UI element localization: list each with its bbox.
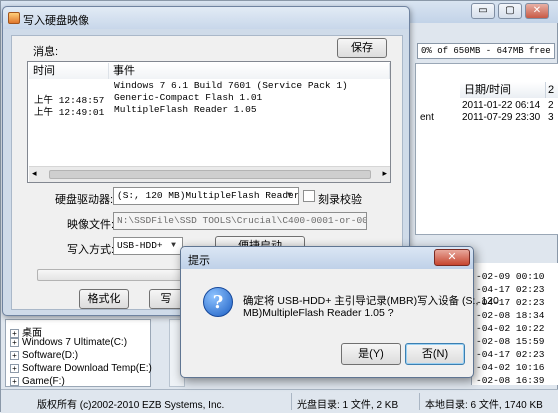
tree-item-label: Game(F:) <box>22 376 65 387</box>
list-item-date: -02-08 18:34 <box>476 310 545 321</box>
close-button[interactable]: ✕ <box>434 249 470 266</box>
list-item-extra: 3 <box>548 112 554 123</box>
chevron-down-icon: ▼ <box>287 191 292 200</box>
status-divider <box>291 393 292 410</box>
list-item-date: -04-02 10:16 <box>476 362 545 373</box>
message-log[interactable]: 时间 事件 Windows 7 6.1 Build 7601 (Service … <box>27 61 391 183</box>
save-button[interactable]: 保存 <box>337 38 387 58</box>
confirm-dialog: 提示 ✕ ? 确定将 USB-HDD+ 主引导记录(MBR)写入设备 (S:, … <box>180 246 499 378</box>
scroll-left-icon[interactable]: ◂ <box>32 168 37 179</box>
log-event: MultipleFlash Reader 1.05 <box>114 104 257 115</box>
format-button[interactable]: 格式化 <box>79 289 129 309</box>
disc-file-list[interactable]: 日期/时间 2 2011-01-22 06:14 2 ent 2011-07-2… <box>415 63 558 235</box>
scroll-right-icon[interactable]: ▸ <box>382 168 387 179</box>
status-disc-dir: 光盘目录: 1 文件, 2 KB <box>297 400 399 411</box>
maximize-button[interactable]: ▢ <box>498 3 522 19</box>
list-item-date: -02-08 15:59 <box>476 336 545 347</box>
column-header-time[interactable]: 时间 <box>29 63 109 79</box>
message-label: 消息: <box>33 46 59 58</box>
status-copyright: 版权所有 (c)2002-2010 EZB Systems, Inc. <box>37 400 225 411</box>
log-time: 上午 12:49:01 <box>34 107 105 118</box>
list-item-date: 2011-01-22 06:14 <box>462 100 541 111</box>
confirm-message-line1: 确定将 USB-HDD+ 主引导记录(MBR)写入设备 (S:, 120 <box>243 295 499 307</box>
write-method-label: 写入方式: <box>67 244 115 256</box>
drive-label: 硬盘驱动器: <box>55 194 114 206</box>
app-icon <box>8 12 20 24</box>
list-item-date: -04-02 10:22 <box>476 323 545 334</box>
confirm-title: 提示 <box>188 255 210 267</box>
drive-select[interactable]: (S:, 120 MB)MultipleFlash Reader 1.05 ▼ <box>113 187 299 205</box>
main-close-button[interactable]: ✕ <box>525 3 549 19</box>
dialog-titlebar[interactable]: 写入硬盘映像 <box>3 7 409 29</box>
tree-item-label: Windows 7 Ultimate(C:) <box>22 337 128 348</box>
tree-item-label: Software Download Temp(E:) <box>22 363 152 374</box>
verify-checkbox[interactable] <box>303 190 315 202</box>
disc-usage-bar: 0% of 650MB - 647MB free <box>417 43 555 59</box>
write-button[interactable]: 写 <box>149 289 183 309</box>
dialog-title: 写入硬盘映像 <box>23 15 89 27</box>
tree-item-drive-d[interactable]: + Software(D:) <box>10 350 78 361</box>
status-divider <box>419 393 420 410</box>
confirm-message-line2: MB)MultipleFlash Reader 1.05 ? <box>243 307 394 319</box>
list-item-date: -04-17 02:23 <box>476 349 545 360</box>
tree-item-drive-e[interactable]: + Software Download Temp(E:) <box>10 363 152 374</box>
folder-tree[interactable]: + 桌面 + Windows 7 Ultimate(C:) + Software(D:… <box>5 319 152 387</box>
log-event: Generic-Compact Flash 1.01 <box>114 92 263 103</box>
expand-icon[interactable]: + <box>10 376 19 386</box>
horizontal-scrollbar[interactable]: ◂ ▸ <box>29 166 390 182</box>
question-icon: ? <box>203 287 233 317</box>
list-item-date: -02-08 16:39 <box>476 375 545 386</box>
list-item-name: ent <box>420 112 434 123</box>
list-item-extra: 2 <box>548 100 554 111</box>
list-item-date: 2011-07-29 23:30 <box>462 112 541 123</box>
confirm-titlebar[interactable]: 提示 ✕ <box>181 247 473 269</box>
column-header-event[interactable]: 事件 <box>109 63 390 79</box>
minimize-button[interactable]: ▭ <box>471 3 495 19</box>
write-method-value: USB-HDD+ <box>117 240 163 251</box>
tree-item-label: Software(D:) <box>22 350 79 361</box>
status-local-dir: 本地目录: 6 文件, 1740 KB <box>425 400 543 411</box>
expand-icon[interactable]: + <box>10 363 19 373</box>
status-bar: 版权所有 (c)2002-2010 EZB Systems, Inc. 光盘目录… <box>1 389 558 413</box>
log-event: Windows 7 6.1 Build 7601 (Service Pack 1… <box>114 80 348 91</box>
no-button[interactable]: 否(N) <box>405 343 465 365</box>
expand-icon[interactable]: + <box>10 350 19 360</box>
drive-select-value: (S:, 120 MB)MultipleFlash Reader 1.05 <box>117 190 299 201</box>
chevron-down-icon: ▼ <box>171 241 176 250</box>
image-file-label: 映像文件: <box>67 219 115 231</box>
write-method-select[interactable]: USB-HDD+ ▼ <box>113 237 183 255</box>
image-file-field[interactable]: N:\SSDFile\SSD TOOLS\Crucial\C400-0001-o… <box>113 212 367 230</box>
tree-item-drive-f[interactable]: + Game(F:) <box>10 376 65 387</box>
tree-item-drive-c[interactable]: + Windows 7 Ultimate(C:) <box>10 337 127 348</box>
yes-button[interactable]: 是(Y) <box>341 343 401 365</box>
local-file-list[interactable]: -02-09 00:10 -04-17 02:23 -04-17 02:23 -… <box>471 263 558 386</box>
list-item-date: -02-09 00:10 <box>476 271 545 282</box>
column-header-extra[interactable]: 2 <box>546 82 558 98</box>
expand-icon[interactable]: + <box>10 337 19 347</box>
column-header-date[interactable]: 日期/时间 <box>460 82 546 98</box>
verify-label: 刻录校验 <box>318 194 362 206</box>
scrollbar-thumb[interactable] <box>49 170 371 179</box>
